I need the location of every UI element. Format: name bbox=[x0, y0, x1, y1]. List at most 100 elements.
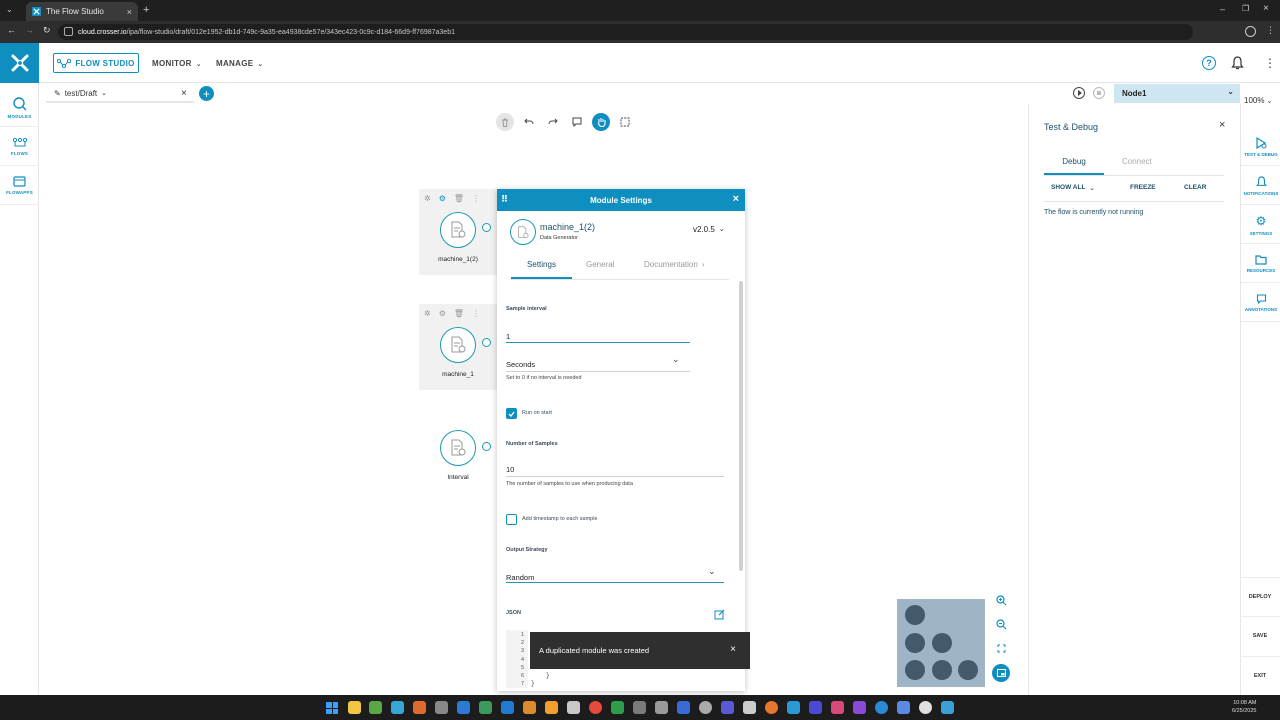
minimap[interactable] bbox=[897, 599, 985, 687]
taskbar-app-icon[interactable] bbox=[919, 701, 932, 714]
sidebar-item-flows[interactable]: FLOWS bbox=[0, 128, 39, 166]
zoom-out-button[interactable] bbox=[993, 616, 1009, 632]
timestamp-checkbox[interactable] bbox=[506, 514, 517, 525]
more-dots-icon[interactable]: ⋮ bbox=[472, 309, 480, 318]
drag-handle-icon[interactable]: ⠿ bbox=[501, 194, 508, 205]
taskbar-app-icon[interactable] bbox=[413, 701, 426, 714]
module-name[interactable]: machine_1(2) bbox=[540, 222, 595, 232]
tab-list-icon[interactable]: ⌄ bbox=[6, 5, 13, 14]
close-tab-icon[interactable]: × bbox=[127, 7, 132, 17]
site-info-icon[interactable] bbox=[64, 27, 73, 36]
taskbar-app-icon[interactable] bbox=[611, 701, 624, 714]
profile-avatar-icon[interactable] bbox=[1245, 26, 1256, 37]
sidebar-item-resources[interactable]: RESOURCES bbox=[1241, 245, 1280, 283]
url-field[interactable]: cloud.crosser.io/ipa/flow-studio/draft/0… bbox=[58, 24, 1193, 40]
module-circle[interactable] bbox=[440, 212, 476, 248]
taskbar-app-icon[interactable] bbox=[831, 701, 844, 714]
crosser-logo[interactable] bbox=[0, 43, 39, 83]
module-output-port[interactable] bbox=[482, 442, 491, 451]
module-settings-header[interactable]: ⠿ Module Settings × bbox=[497, 189, 745, 211]
taskbar-app-icon[interactable] bbox=[348, 701, 361, 714]
select-tool-button[interactable] bbox=[616, 113, 634, 131]
close-icon[interactable]: × bbox=[1219, 119, 1225, 131]
monitor-menu[interactable]: MONITOR ⌄ bbox=[152, 59, 202, 68]
module-node[interactable]: machine_1(2) bbox=[419, 212, 497, 263]
play-icon[interactable] bbox=[1073, 87, 1085, 99]
kebab-menu-icon[interactable]: ⋮ bbox=[1264, 56, 1276, 70]
tab-general[interactable]: General bbox=[586, 260, 614, 269]
taskbar-app-icon[interactable] bbox=[721, 701, 734, 714]
debug-bug-icon[interactable]: ✲ bbox=[424, 194, 431, 203]
exit-button[interactable]: EXIT bbox=[1240, 656, 1280, 694]
help-icon[interactable]: ? bbox=[1202, 56, 1216, 70]
module-circle[interactable] bbox=[440, 430, 476, 466]
sidebar-item-modules[interactable]: MODULES bbox=[0, 89, 39, 127]
sidebar-item-settings[interactable]: ⚙ SETTINGS bbox=[1241, 206, 1280, 244]
taskbar-app-icon[interactable] bbox=[941, 701, 954, 714]
trash-icon[interactable]: 🗑 bbox=[454, 194, 464, 203]
taskbar-app-icon[interactable] bbox=[875, 701, 888, 714]
sample-interval-input[interactable]: 1 bbox=[506, 332, 510, 341]
sidebar-item-test-debug[interactable]: TEST & DEBUG bbox=[1241, 128, 1280, 166]
tab-settings[interactable]: Settings bbox=[511, 258, 572, 279]
taskbar-app-icon[interactable] bbox=[677, 701, 690, 714]
stop-icon[interactable] bbox=[1093, 87, 1105, 99]
chevron-down-icon[interactable]: ⌄ bbox=[708, 566, 716, 577]
minimap-toggle-button[interactable] bbox=[992, 664, 1010, 682]
close-draft-tab-icon[interactable]: × bbox=[181, 88, 187, 99]
more-dots-icon[interactable]: ⋮ bbox=[472, 194, 480, 203]
show-all-dropdown[interactable]: SHOW ALL ⌄ bbox=[1051, 184, 1095, 192]
reload-icon[interactable]: ↻ bbox=[43, 25, 51, 36]
browser-menu-icon[interactable]: ⋮ bbox=[1266, 25, 1275, 36]
redo-button[interactable] bbox=[544, 113, 562, 131]
taskbar-app-icon[interactable] bbox=[457, 701, 470, 714]
output-strategy-select[interactable]: Random bbox=[506, 573, 534, 582]
fit-view-button[interactable] bbox=[993, 640, 1009, 656]
taskbar-app-icon[interactable] bbox=[589, 701, 602, 714]
flow-studio-button[interactable]: FLOW STUDIO bbox=[53, 53, 139, 73]
version-select[interactable]: v2.0.5 ⌄ bbox=[693, 225, 725, 234]
browser-tab[interactable]: The Flow Studio × bbox=[26, 2, 138, 21]
taskbar-app-icon[interactable] bbox=[655, 701, 668, 714]
close-icon[interactable]: × bbox=[730, 644, 736, 655]
taskbar-app-icon[interactable] bbox=[545, 701, 558, 714]
sidebar-item-flowapps[interactable]: FLOWAPPS bbox=[0, 167, 39, 205]
pan-tool-button[interactable] bbox=[592, 113, 610, 131]
taskbar-app-icon[interactable] bbox=[369, 701, 382, 714]
start-windows-icon[interactable] bbox=[326, 702, 338, 714]
taskbar-app-icon[interactable] bbox=[765, 701, 778, 714]
run-on-start-checkbox[interactable] bbox=[506, 408, 517, 419]
window-close-icon[interactable]: × bbox=[1263, 3, 1269, 14]
taskbar-app-icon[interactable] bbox=[897, 701, 910, 714]
tab-connect[interactable]: Connect bbox=[1122, 157, 1152, 166]
taskbar-app-icon[interactable] bbox=[435, 701, 448, 714]
trash-icon[interactable]: 🗑 bbox=[454, 309, 464, 318]
taskbar-app-icon[interactable] bbox=[523, 701, 536, 714]
module-node[interactable]: Interval bbox=[419, 430, 497, 481]
taskbar-app-icon[interactable] bbox=[787, 701, 800, 714]
close-icon[interactable]: × bbox=[733, 193, 739, 205]
module-circle[interactable] bbox=[440, 327, 476, 363]
sidebar-item-annotations[interactable]: ANNOTATIONS bbox=[1241, 284, 1280, 322]
taskbar-app-icon[interactable] bbox=[809, 701, 822, 714]
taskbar-app-icon[interactable] bbox=[501, 701, 514, 714]
chevron-down-icon[interactable]: ⌄ bbox=[101, 89, 107, 97]
taskbar-app-icon[interactable] bbox=[633, 701, 646, 714]
node-select[interactable]: Node1 ⌄ bbox=[1114, 84, 1240, 103]
tab-documentation[interactable]: Documentation › bbox=[644, 260, 704, 269]
new-tab-icon[interactable]: + bbox=[143, 4, 149, 16]
notifications-bell-icon[interactable] bbox=[1231, 56, 1244, 70]
module-output-port[interactable] bbox=[482, 338, 491, 347]
back-icon[interactable]: ← bbox=[7, 25, 16, 35]
taskbar-app-icon[interactable] bbox=[567, 701, 580, 714]
module-output-port[interactable] bbox=[482, 223, 491, 232]
num-samples-input[interactable]: 10 bbox=[506, 465, 514, 474]
tab-debug[interactable]: Debug bbox=[1044, 154, 1104, 175]
gear-icon[interactable]: ⚙ bbox=[439, 309, 446, 318]
annotation-button[interactable] bbox=[568, 113, 586, 131]
taskbar-clock[interactable]: 10:08 AM 6/25/2025 bbox=[1232, 699, 1256, 715]
manage-menu[interactable]: MANAGE ⌄ bbox=[216, 59, 264, 68]
gear-icon[interactable]: ⚙ bbox=[439, 194, 446, 203]
freeze-button[interactable]: FREEZE bbox=[1130, 184, 1156, 191]
taskbar-app-icon[interactable] bbox=[699, 701, 712, 714]
